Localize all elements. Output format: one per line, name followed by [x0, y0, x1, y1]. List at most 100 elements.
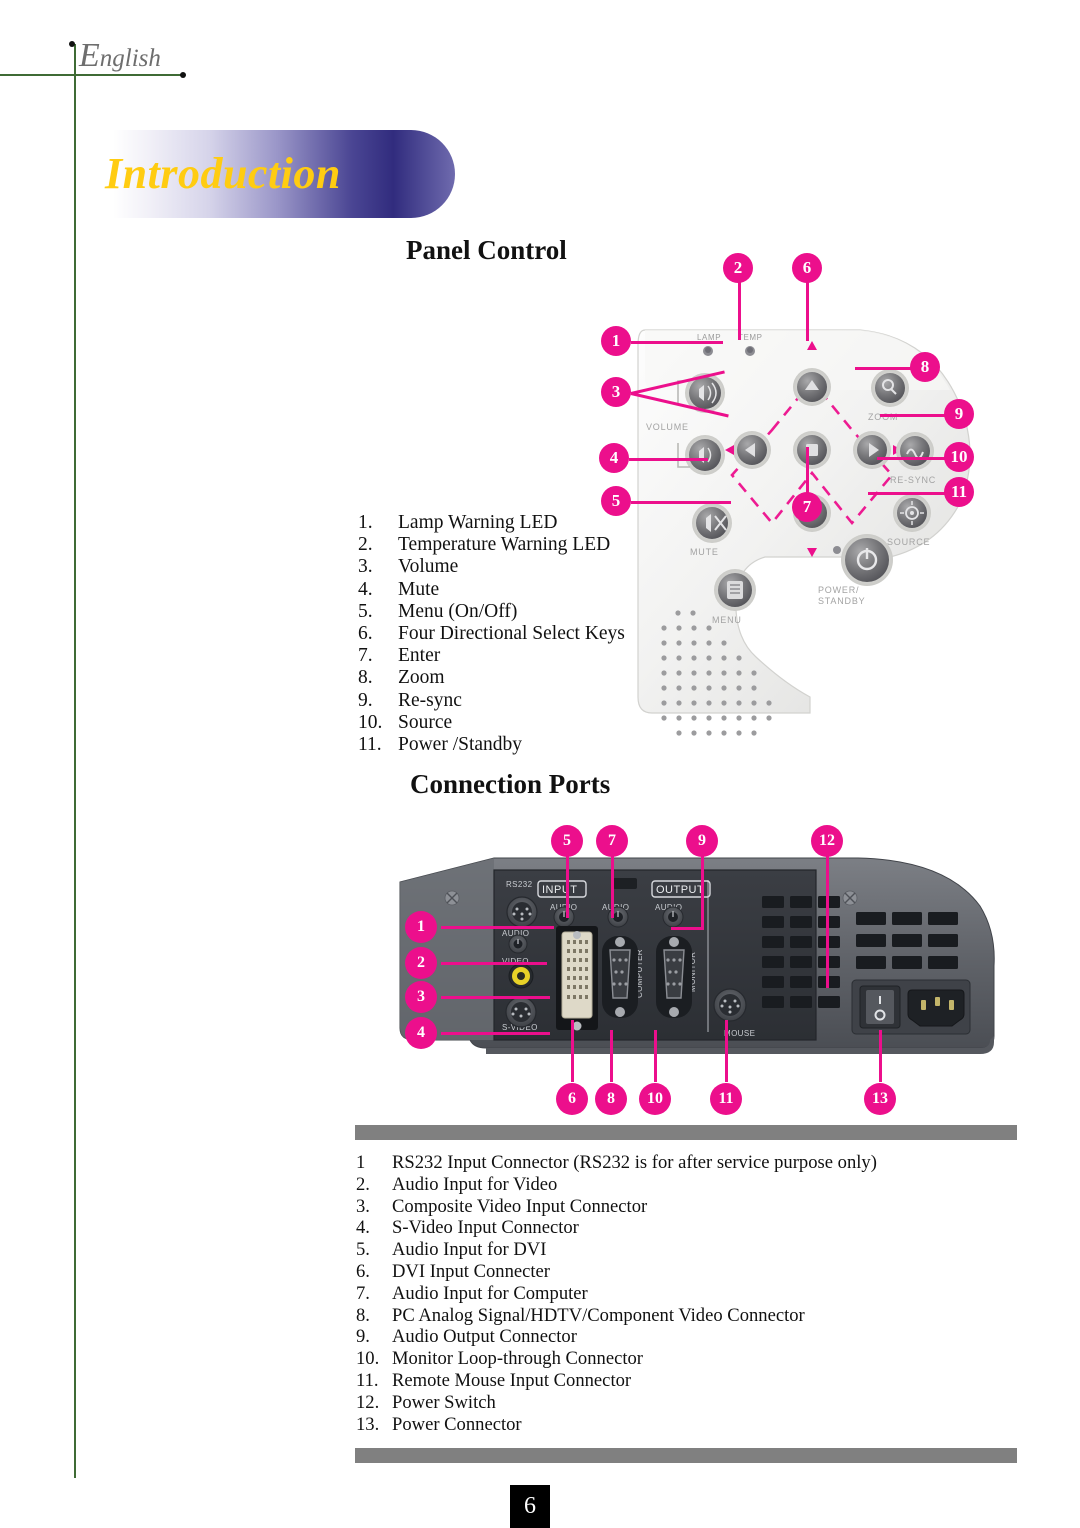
list-item-number: 5. — [358, 600, 373, 622]
list-item: 2. Audio Input for Video — [356, 1174, 877, 1196]
list-item-number: 11. — [358, 734, 382, 756]
list-item-number: 3. — [358, 556, 373, 578]
svg-text:RS232: RS232 — [506, 880, 533, 889]
callout-badge-port-13: 13 — [864, 1083, 896, 1115]
callout-leader-port-8 — [610, 1030, 613, 1082]
language-label-rest: nglish — [99, 45, 161, 72]
list-item-number: 8. — [358, 667, 373, 689]
callout-leader-port-9h — [671, 927, 704, 930]
list-item-number: 1 — [356, 1152, 366, 1173]
list-item: 8. PC Analog Signal/HDTV/Component Video … — [356, 1305, 877, 1327]
callout-leader-port-13 — [879, 1030, 882, 1082]
callout-badge-10: 10 — [944, 442, 974, 472]
callout-badge-4: 4 — [599, 443, 629, 473]
list-item-number: 6. — [356, 1260, 370, 1282]
list-item-label: Source — [398, 711, 453, 733]
callout-badge-port-3: 3 — [405, 981, 437, 1013]
callout-leader-1 — [631, 341, 723, 344]
list-item-number: 4. — [356, 1217, 370, 1239]
page-margin-vertical-line — [74, 44, 76, 1478]
list-item: 5. Audio Input for DVI — [356, 1239, 877, 1261]
callout-leader-port-4 — [441, 1032, 550, 1035]
list-item-number: 7. — [358, 645, 373, 667]
list-item-number: 2. — [356, 1173, 370, 1195]
list-item-number: 3. — [356, 1195, 370, 1217]
list-item-label: Zoom — [398, 667, 445, 689]
callout-badge-port-7: 7 — [596, 825, 628, 857]
list-item-number: 2. — [358, 534, 373, 556]
list-item: 3. Composite Video Input Connector — [356, 1196, 877, 1218]
list-item-label: RS232 Input Connector (RS232 is for afte… — [392, 1152, 877, 1173]
svg-text:MENU: MENU — [712, 615, 742, 625]
callout-leader-port-3 — [441, 996, 550, 999]
connection-ports-heading: Connection Ports — [410, 769, 611, 799]
margin-dot-top — [69, 41, 75, 47]
list-item: 9. Audio Output Connector — [356, 1326, 877, 1348]
list-item-label: Enter — [398, 645, 441, 667]
list-item-number: 10. — [358, 711, 383, 733]
callout-badge-port-9: 9 — [686, 825, 718, 857]
list-item-label: PC Analog Signal/HDTV/Component Video Co… — [392, 1304, 805, 1326]
list-item-label: Power Connector — [392, 1413, 522, 1435]
callout-badge-9: 9 — [944, 399, 974, 429]
list-item: 1 RS232 Input Connector (RS232 is for aft… — [356, 1152, 877, 1174]
list-item-label: Power Switch — [392, 1391, 496, 1413]
callout-leader-port-2 — [441, 962, 547, 965]
list-item: 13. Power Connector — [356, 1414, 877, 1436]
list-item: 4. S-Video Input Connector — [356, 1217, 877, 1239]
list-item-number: 7. — [356, 1282, 370, 1304]
list-item-number: 8. — [356, 1304, 370, 1326]
list-item-label: Audio Input for Computer — [392, 1282, 588, 1304]
svg-text:VOLUME: VOLUME — [646, 422, 689, 432]
list-item-label: Mute — [398, 578, 440, 600]
callout-leader-4 — [629, 458, 708, 461]
svg-text:POWER/: POWER/ — [818, 585, 859, 595]
callout-leader-6 — [806, 278, 809, 341]
list-item-label: Audio Input for DVI — [392, 1239, 547, 1261]
list-item-number: 9. — [358, 689, 373, 711]
list-item: 6. DVI Input Connecter — [356, 1261, 877, 1283]
list-item-number: 10. — [356, 1348, 380, 1370]
callout-leader-7 — [806, 447, 809, 497]
callout-leader-8 — [855, 367, 912, 370]
divider-rule-top — [355, 1125, 1017, 1140]
list-item-label: Composite Video Input Connector — [392, 1195, 648, 1217]
panel-control-heading: Panel Control — [406, 235, 567, 265]
margin-dot-right — [180, 72, 186, 78]
page-number: 6 — [510, 1485, 550, 1528]
svg-text:TEMP: TEMP — [738, 333, 763, 342]
callout-leader-port-1 — [441, 926, 554, 929]
list-item-label: DVI Input Connecter — [392, 1260, 551, 1282]
list-item-label: Menu (On/Off) — [398, 600, 518, 622]
svg-text:MOUSE: MOUSE — [724, 1029, 755, 1038]
callout-badge-port-2: 2 — [405, 947, 437, 979]
svg-text:MUTE: MUTE — [690, 547, 719, 557]
list-item-number: 4. — [358, 578, 373, 600]
list-item-label: Monitor Loop-through Connector — [392, 1348, 643, 1370]
svg-text:INPUT: INPUT — [542, 884, 578, 896]
callout-leader-port-6b — [571, 1020, 574, 1082]
list-item-number: 13. — [356, 1413, 380, 1435]
connection-ports-list: 1 RS232 Input Connector (RS232 is for aft… — [356, 1152, 877, 1435]
callout-badge-port-1: 1 — [405, 911, 437, 943]
language-label: English — [79, 37, 161, 75]
callout-badge-5: 5 — [601, 486, 631, 516]
language-label-capital: E — [79, 37, 100, 74]
svg-text:RE-SYNC: RE-SYNC — [890, 475, 936, 485]
list-item-number: 11. — [356, 1369, 379, 1391]
list-item-label: Power /Standby — [398, 734, 523, 756]
list-item: 10. Monitor Loop-through Connector — [356, 1348, 877, 1370]
callout-leader-port-6 — [611, 847, 614, 918]
svg-text:SOURCE: SOURCE — [887, 537, 930, 547]
callout-leader-port-12 — [826, 847, 829, 988]
callout-leader-5 — [631, 501, 731, 504]
list-item-number: 1. — [358, 512, 373, 533]
rear-panel-illustration: INPUT OUTPUT RS232 AUDIO AUDIO AUDIO AUD… — [390, 840, 1000, 1100]
callout-badge-1: 1 — [601, 326, 631, 356]
callout-badge-6: 6 — [792, 253, 822, 283]
list-item-label: Audio Output Connector — [392, 1326, 577, 1348]
callout-badge-port-8: 8 — [595, 1083, 627, 1115]
list-item-label: Volume — [398, 556, 459, 578]
callout-leader-port-10 — [654, 1030, 657, 1082]
callout-leader-port-5 — [566, 847, 569, 918]
